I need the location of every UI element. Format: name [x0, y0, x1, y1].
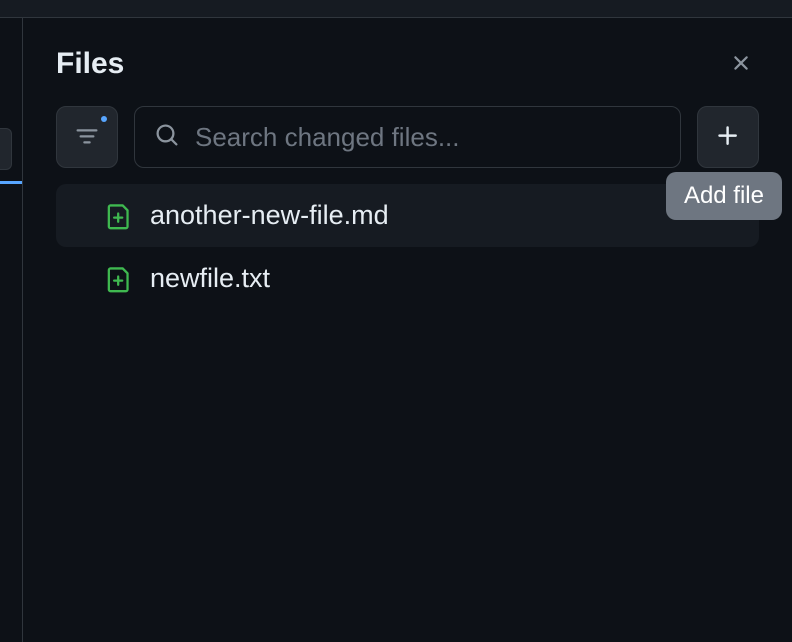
filter-button[interactable] [56, 106, 118, 168]
filter-icon [75, 124, 99, 151]
file-row[interactable]: another-new-file.md [56, 184, 759, 247]
file-name: another-new-file.md [150, 200, 389, 231]
file-row[interactable]: newfile.txt [56, 247, 759, 310]
file-name: newfile.txt [150, 263, 270, 294]
search-input[interactable] [195, 122, 660, 153]
top-bar [0, 0, 792, 18]
toolbar: Add file [56, 106, 759, 184]
add-file-button[interactable]: Add file [697, 106, 759, 168]
file-list: another-new-file.md newfile.txt [56, 184, 759, 310]
files-panel: Files Add file [22, 18, 792, 642]
file-added-icon [106, 201, 132, 231]
search-box[interactable] [134, 106, 681, 168]
close-button[interactable] [723, 46, 759, 82]
left-edge-tab-fragment[interactable] [0, 128, 12, 170]
left-edge-underline [0, 181, 22, 184]
search-icon [155, 123, 179, 152]
panel-title: Files [56, 47, 124, 81]
add-file-tooltip: Add file [666, 172, 782, 220]
left-edge [0, 18, 22, 642]
panel-header: Files [56, 18, 759, 106]
close-icon [729, 51, 753, 78]
file-added-icon [106, 264, 132, 294]
plus-icon [715, 123, 741, 152]
